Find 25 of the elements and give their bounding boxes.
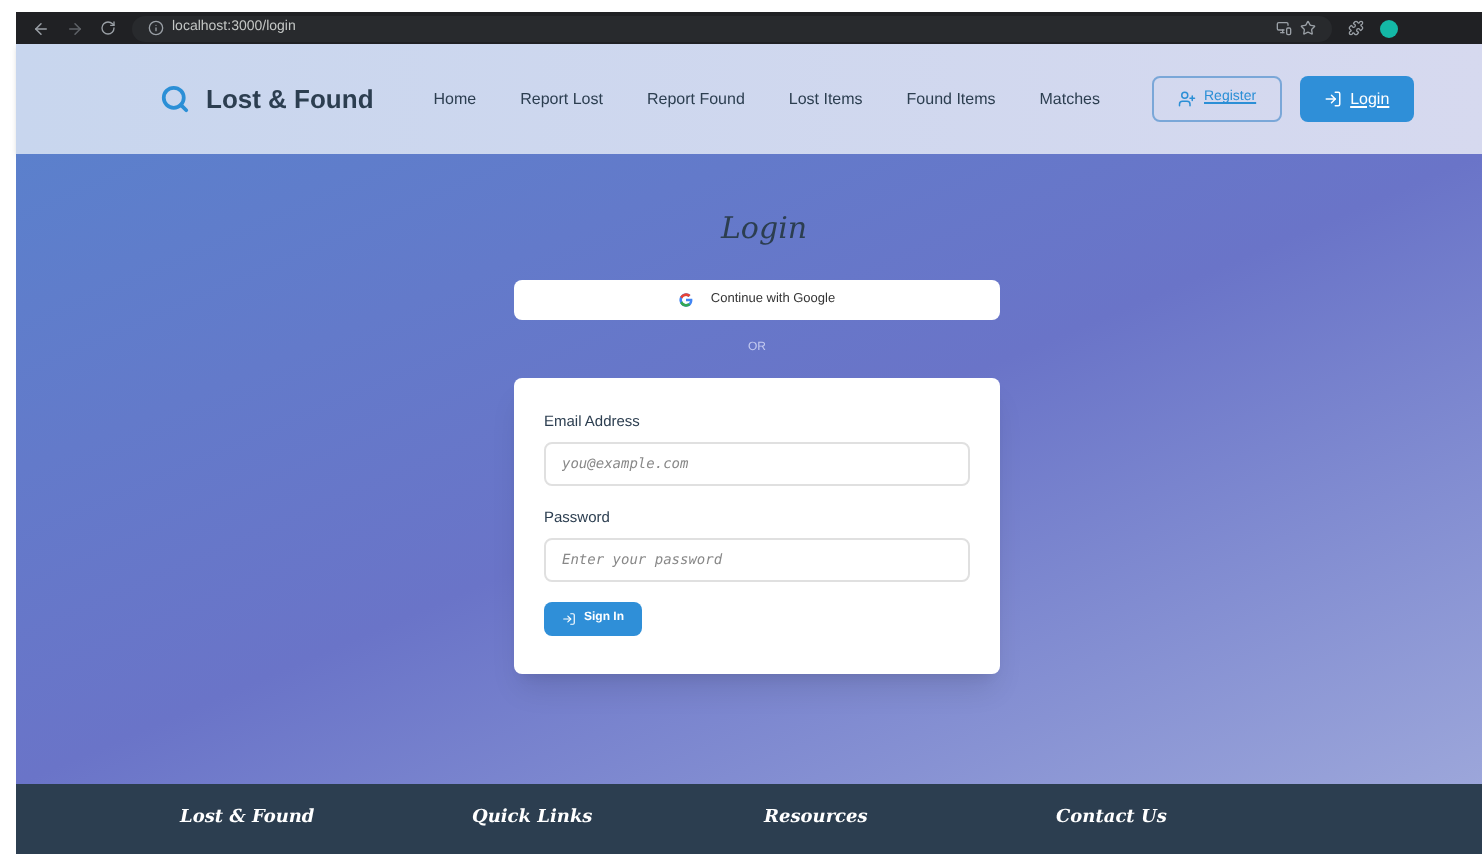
nav-link[interactable]: Matches: [1027, 79, 1112, 119]
page-title: Login: [720, 208, 808, 250]
bookmark-icon[interactable]: [1300, 20, 1316, 36]
brand-name[interactable]: Lost & Found: [206, 79, 374, 119]
sign-in-icon: [562, 612, 576, 626]
add-user-icon: [1178, 90, 1196, 108]
nav-link[interactable]: Home: [421, 79, 489, 119]
nav-link[interactable]: Report Found: [634, 79, 757, 119]
search-logo-icon: [160, 84, 190, 114]
footer-heading: Resources: [764, 805, 870, 832]
footer-heading: Quick Links: [472, 805, 595, 832]
nav-link[interactable]: Lost Items: [776, 79, 875, 119]
back-icon[interactable]: [32, 19, 50, 37]
footer-heading: Lost & Found: [180, 805, 317, 832]
nav-link[interactable]: Report Lost: [508, 79, 615, 119]
footer-heading: Contact Us: [1056, 805, 1169, 832]
forward-icon[interactable]: [66, 19, 84, 37]
login-icon: [1324, 90, 1343, 108]
site-info-icon: [148, 20, 164, 36]
extensions-icon[interactable]: [1348, 20, 1364, 36]
cast-icon[interactable]: [1276, 20, 1292, 36]
nav-link[interactable]: Found Items: [894, 79, 1008, 119]
google-logo-icon: [678, 291, 695, 307]
profile-avatar[interactable]: [1380, 19, 1398, 37]
reload-icon[interactable]: [100, 20, 116, 36]
